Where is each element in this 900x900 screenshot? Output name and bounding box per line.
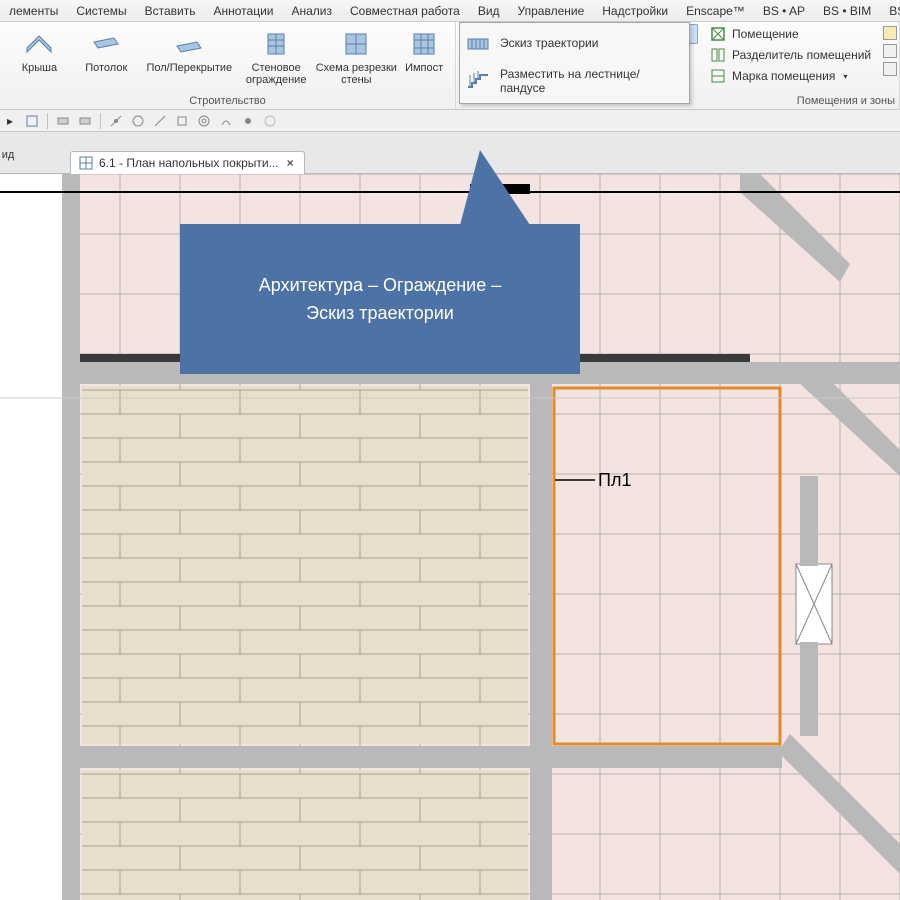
room-icon <box>710 26 726 42</box>
qat-button[interactable] <box>260 112 280 130</box>
launcher-icon[interactable] <box>883 26 897 40</box>
menu-item[interactable]: BS <box>880 4 900 18</box>
qat-button[interactable] <box>53 112 73 130</box>
plan-view-icon <box>79 156 93 170</box>
floor-button[interactable]: Пол/Перекрытие <box>140 26 239 74</box>
curtain-wall-button[interactable]: Стеновое ограждение <box>239 26 313 86</box>
qat-button[interactable] <box>238 112 258 130</box>
ceiling-button[interactable]: Потолок <box>73 26 140 74</box>
place-on-stair-item[interactable]: Разместить на лестнице/пандусе <box>460 61 689 101</box>
qat-button[interactable] <box>172 112 192 130</box>
railing-stair-icon <box>466 69 490 93</box>
room-separator-icon <box>710 47 726 63</box>
qat-button[interactable]: ▸ <box>0 112 20 130</box>
menu-item[interactable]: BS • BIM <box>814 4 880 18</box>
room-button[interactable]: Помещение <box>706 24 895 44</box>
menu-item[interactable]: Вид <box>469 4 509 18</box>
floor-icon <box>173 28 205 60</box>
sketch-path-item[interactable]: Эскиз траектории <box>460 25 689 61</box>
ribbon: Крыша Потолок Пол/Перекрытие Стеновое ог… <box>0 22 900 110</box>
qat-button[interactable] <box>194 112 214 130</box>
qat-button[interactable] <box>106 112 126 130</box>
menu-item[interactable]: Совместная работа <box>341 4 469 18</box>
menu-item[interactable]: Надстройки <box>593 4 677 18</box>
label: Разделитель помещений <box>732 48 871 62</box>
menu-item[interactable]: Вставить <box>136 4 205 18</box>
roof-icon <box>23 28 55 60</box>
instruction-callout: Архитектура – Ограждение – Эскиз траекто… <box>180 224 580 374</box>
label: Марка помещения <box>732 69 835 83</box>
mullion-button[interactable]: Импост <box>399 26 449 74</box>
curtain-wall-icon <box>260 28 292 60</box>
chevron-down-icon: ▾ <box>843 72 847 81</box>
railing-sketch-icon <box>466 31 490 55</box>
callout-line: Архитектура – Ограждение – <box>259 271 501 299</box>
roof-button[interactable]: Крыша <box>6 26 73 74</box>
label: Разместить на лестнице/пандусе <box>500 67 679 95</box>
menu-item[interactable]: лементы <box>0 4 67 18</box>
launcher-icon[interactable] <box>883 62 897 76</box>
caption: Схема резрезки стены <box>316 62 397 86</box>
qat-button[interactable] <box>150 112 170 130</box>
view-tabs-bar: ид 6.1 - План напольных покрыти... × <box>0 132 900 174</box>
label: Помещение <box>732 27 799 41</box>
room-tag-button[interactable]: Марка помещения ▾ <box>706 66 895 86</box>
menu-bar: лементы Системы Вставить Аннотации Анали… <box>0 0 900 22</box>
caption: Стеновое ограждение <box>246 62 307 86</box>
curtain-grid-icon <box>340 28 372 60</box>
caption: Крыша <box>22 62 57 74</box>
separator <box>47 113 48 129</box>
caption: Потолок <box>85 62 127 74</box>
menu-item[interactable]: Enscape™ <box>677 4 754 18</box>
curtain-grid-button[interactable]: Схема резрезки стены <box>313 26 399 86</box>
ribbon-group-label: Помещения и зоны <box>702 95 899 107</box>
ceiling-icon <box>90 28 122 60</box>
view-tab[interactable]: 6.1 - План напольных покрыти... × <box>70 151 305 174</box>
close-icon[interactable]: × <box>285 156 296 170</box>
ribbon-group-label: Строительство <box>0 95 455 107</box>
menu-item[interactable]: BS • AP <box>754 4 814 18</box>
menu-item[interactable]: Системы <box>67 4 135 18</box>
label: Эскиз траектории <box>500 36 598 50</box>
mullion-icon <box>408 28 440 60</box>
partial-tab[interactable]: ид <box>0 136 16 174</box>
caption: Импост <box>405 62 443 74</box>
qat-button[interactable] <box>128 112 148 130</box>
launcher-icon[interactable] <box>883 44 897 58</box>
qat-button[interactable] <box>216 112 236 130</box>
callout-line: Эскиз траектории <box>259 299 501 327</box>
qat-button[interactable] <box>22 112 42 130</box>
separator <box>100 113 101 129</box>
room-tag-icon <box>710 68 726 84</box>
menu-item[interactable]: Аннотации <box>205 4 283 18</box>
railing-dropdown: Эскиз траектории Разместить на лестнице/… <box>459 22 690 104</box>
qat-button[interactable] <box>75 112 95 130</box>
menu-item[interactable]: Анализ <box>283 4 342 18</box>
room-separator-button[interactable]: Разделитель помещений <box>706 45 895 65</box>
caption: Пол/Перекрытие <box>146 62 232 74</box>
room-label: Пл1 <box>598 470 631 491</box>
quick-access-toolbar: ▸ <box>0 110 900 132</box>
menu-item[interactable]: Управление <box>509 4 594 18</box>
tab-title: 6.1 - План напольных покрыти... <box>99 156 279 170</box>
